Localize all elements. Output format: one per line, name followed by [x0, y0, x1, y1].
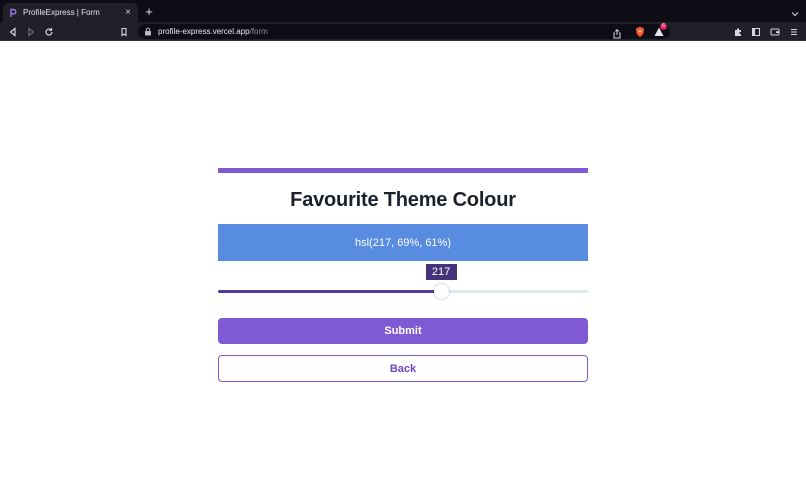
- browser-tab-bar: ProfileExpress | Form × +: [0, 0, 806, 22]
- new-tab-icon[interactable]: +: [143, 5, 155, 18]
- slider-filled-track: [218, 290, 442, 293]
- slider-value-tooltip: 217: [425, 264, 457, 280]
- brave-rewards-icon[interactable]: 6: [653, 23, 667, 37]
- submit-button[interactable]: Submit: [218, 318, 588, 344]
- close-tab-icon[interactable]: ×: [123, 7, 133, 18]
- url-host: profile-express.vercel.app: [158, 27, 250, 36]
- colour-preview-swatch: hsl(217, 69%, 61%): [218, 224, 588, 261]
- lock-icon: [144, 27, 152, 36]
- accent-bar: [218, 168, 588, 173]
- tab-title: ProfileExpress | Form: [23, 8, 100, 17]
- page-title: Favourite Theme Colour: [290, 189, 516, 211]
- extensions-puzzle-icon[interactable]: [732, 26, 743, 37]
- slider-thumb[interactable]: [433, 284, 449, 299]
- sidebar-icon[interactable]: [750, 26, 761, 37]
- brave-shields-icon[interactable]: [634, 25, 646, 38]
- bookmark-icon[interactable]: [118, 26, 129, 37]
- share-icon[interactable]: [612, 26, 622, 39]
- profile-express-logo-icon: [8, 8, 18, 18]
- reload-icon[interactable]: [43, 26, 54, 37]
- url-path: /form: [249, 27, 268, 36]
- menu-icon[interactable]: [788, 26, 799, 37]
- address-bar[interactable]: profile-express.vercel.app/form 6: [138, 23, 670, 39]
- theme-colour-form: Favourite Theme Colour hsl(217, 69%, 61%…: [218, 168, 588, 382]
- back-button[interactable]: Back: [218, 355, 588, 382]
- chevron-down-icon[interactable]: [790, 6, 800, 17]
- back-arrow-icon[interactable]: [7, 26, 18, 37]
- wallet-icon[interactable]: [769, 26, 780, 37]
- browser-toolbar: profile-express.vercel.app/form 6: [0, 22, 806, 41]
- rewards-badge: 6: [660, 23, 667, 30]
- forward-arrow-icon[interactable]: [25, 26, 36, 37]
- colour-value-label: hsl(217, 69%, 61%): [355, 236, 451, 249]
- hue-slider[interactable]: 217: [218, 264, 588, 310]
- browser-tab[interactable]: ProfileExpress | Form ×: [3, 3, 138, 22]
